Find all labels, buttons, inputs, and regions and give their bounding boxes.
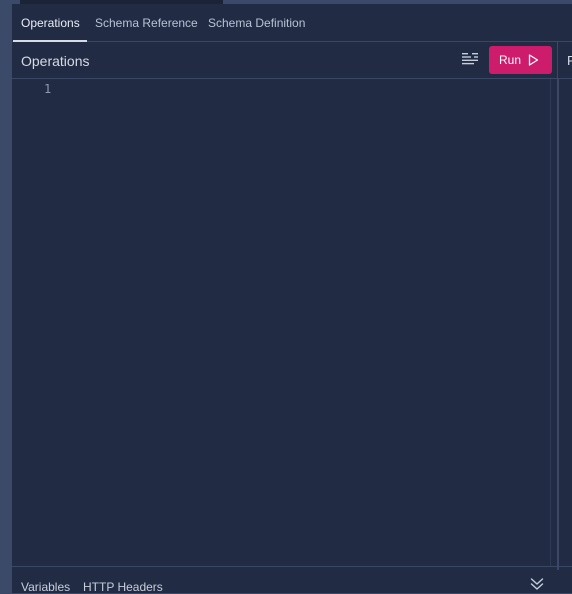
line-number: 1 <box>44 82 52 96</box>
app-root: Operations Schema Reference Schema Defin… <box>0 0 572 594</box>
tab-http-headers[interactable]: HTTP Headers <box>83 580 163 594</box>
double-chevron-down-icon[interactable] <box>530 577 544 591</box>
operations-title: Operations <box>21 53 90 69</box>
tab-variables[interactable]: Variables <box>21 580 70 594</box>
response-header-divider <box>558 78 572 79</box>
response-tab-label[interactable]: R <box>567 53 572 68</box>
tab-bar: Operations Schema Reference Schema Defin… <box>12 4 572 42</box>
play-triangle-icon <box>528 54 539 66</box>
explorer-panel: Operations Schema Reference Schema Defin… <box>12 4 572 594</box>
tab-operations[interactable]: Operations <box>21 16 80 30</box>
tab-schema-definition[interactable]: Schema Definition <box>208 16 305 30</box>
operations-editor[interactable]: 1 <box>12 79 550 566</box>
run-button-label: Run <box>499 53 522 67</box>
prettify-lines-icon[interactable] <box>462 52 478 66</box>
bottom-bar: Variables HTTP Headers <box>12 566 572 594</box>
response-inner-divider <box>558 79 559 570</box>
run-button[interactable]: Run <box>489 46 552 74</box>
tab-schema-reference[interactable]: Schema Reference <box>95 16 198 30</box>
response-pane: R <box>558 42 572 570</box>
operations-header: Operations Run <box>12 42 557 79</box>
